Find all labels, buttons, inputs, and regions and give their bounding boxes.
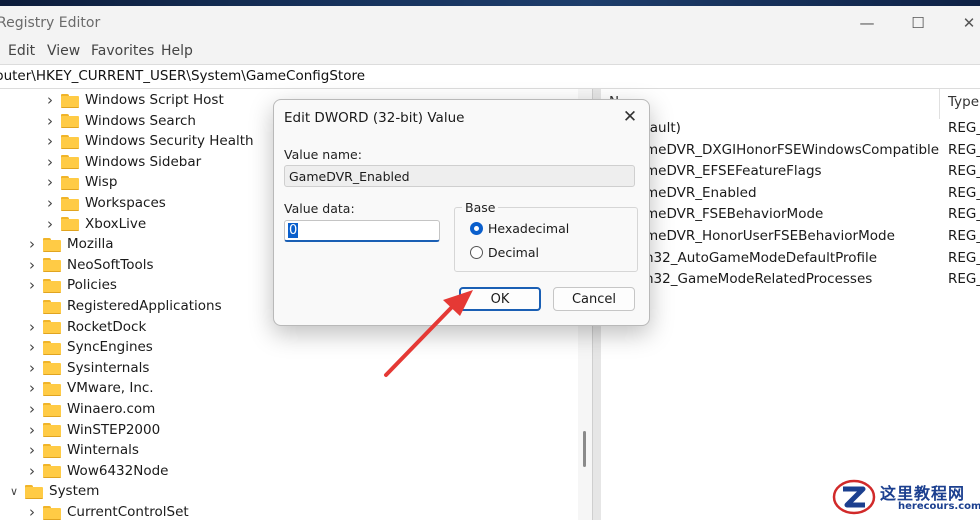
- pointer-arrow-icon: [384, 290, 473, 377]
- watermark-en-text: herecours.com: [898, 501, 980, 512]
- arrow-shaft: [384, 305, 454, 377]
- watermark-logo-icon: [832, 479, 876, 515]
- site-watermark: 这里教程网 herecours.com: [832, 476, 980, 520]
